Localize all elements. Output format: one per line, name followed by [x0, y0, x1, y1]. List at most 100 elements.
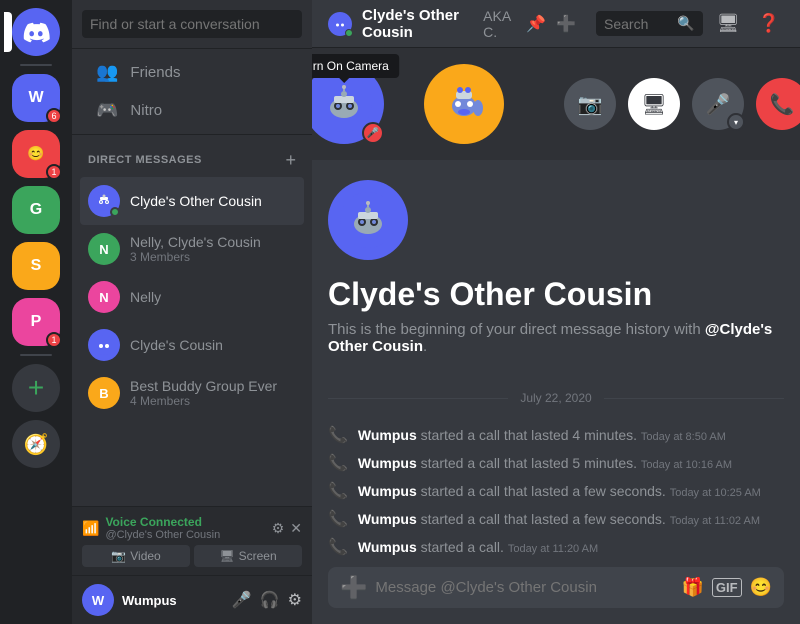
server-icon-3[interactable]: G	[12, 186, 60, 234]
server-sidebar: W 6 😊 1 G S P 1 + 🧭	[0, 0, 72, 624]
voice-status-row: 📶 Voice Connected @Clyde's Other Cousin …	[82, 515, 302, 541]
call-area: Turn On Camera	[312, 48, 800, 160]
end-call-button[interactable]: 📞	[756, 78, 800, 130]
video-icon: 📷	[111, 549, 126, 563]
gif-icon[interactable]: GIF	[712, 578, 742, 597]
mic-dropdown-chevron[interactable]: ▾	[727, 113, 745, 131]
dm-section-label: DIRECT MESSAGES	[88, 154, 202, 166]
call-msg-text-5: Wumpus started a call. Today at 11:20 AM	[358, 539, 598, 555]
dm-item-5[interactable]: B Best Buddy Group Ever 4 Members	[80, 369, 304, 417]
message-icons: 🎁 GIF 😊	[681, 577, 772, 598]
notification-badge-5: 1	[46, 332, 62, 348]
voice-disconnect-icon[interactable]: ✕	[290, 520, 302, 537]
voice-status-info: Voice Connected @Clyde's Other Cousin	[105, 515, 220, 541]
server-icon-1[interactable]: W 6	[12, 74, 60, 122]
mic-control-button[interactable]: 🎤 ▾	[692, 78, 744, 130]
help-icon[interactable]: ❓	[754, 9, 784, 38]
call-message-4: 📞 Wumpus started a call that lasted a fe…	[328, 505, 784, 533]
dm-item-name-4: Clyde's Cousin	[130, 337, 223, 353]
add-server-button[interactable]: +	[12, 364, 60, 412]
add-dm-button[interactable]: +	[285, 151, 296, 169]
server-icon-4[interactable]: S	[12, 242, 60, 290]
video-button[interactable]: 📷 Video	[82, 545, 190, 567]
dm-item-name-2: Nelly, Clyde's Cousin	[130, 234, 261, 250]
server-icon-2[interactable]: 😊 1	[12, 130, 60, 178]
channel-intro: Clyde's Other Cousin This is the beginni…	[328, 180, 784, 375]
dm-item-info-2: Nelly, Clyde's Cousin 3 Members	[130, 234, 261, 264]
add-member-icon[interactable]: ➕	[556, 14, 576, 34]
call-icon-2: 📞	[328, 453, 348, 473]
headphones-icon[interactable]: 🎧	[260, 590, 280, 610]
dm-avatar-1	[88, 185, 120, 217]
explore-button[interactable]: 🧭	[12, 420, 60, 468]
message-input-box: ➕ 🎁 GIF 😊	[328, 567, 784, 608]
dm-sidebar: 👥 Friends 🎮 Nitro DIRECT MESSAGES +	[72, 0, 312, 624]
messages-area: Clyde's Other Cousin This is the beginni…	[312, 160, 800, 567]
nav-section: 👥 Friends 🎮 Nitro	[72, 49, 312, 135]
video-label: Video	[130, 549, 160, 563]
screen-button[interactable]: 🖥 Screen	[194, 545, 302, 567]
server-1-label: W	[28, 89, 43, 107]
call-icon-3: 📞	[328, 481, 348, 501]
inbox-icon[interactable]: 🖥	[713, 9, 744, 38]
nitro-icon: 🎮	[96, 100, 118, 121]
notification-badge-1: 6	[46, 108, 62, 124]
add-attachment-button[interactable]: ➕	[340, 575, 367, 601]
camera-control-button[interactable]: 📷	[564, 78, 616, 130]
call-message-1: 📞 Wumpus started a call that lasted 4 mi…	[328, 421, 784, 449]
desc-suffix: .	[423, 338, 427, 355]
call-participant-1: Turn On Camera	[312, 64, 384, 144]
date-label: July 22, 2020	[508, 391, 603, 405]
dm-item-4[interactable]: Clyde's Cousin	[80, 321, 304, 369]
gift-icon[interactable]: 🎁	[681, 577, 703, 598]
nitro-nav-item[interactable]: 🎮 Nitro	[80, 92, 304, 129]
call-msg-text-1: Wumpus started a call that lasted 4 minu…	[358, 427, 726, 443]
user-avatar: W	[82, 584, 114, 616]
call-icon-5: 📞	[328, 537, 348, 557]
call-msg-text-4: Wumpus started a call that lasted a few …	[358, 511, 760, 527]
dm-item-info-5: Best Buddy Group Ever 4 Members	[130, 378, 277, 408]
message-input-area: ➕ 🎁 GIF 😊	[312, 567, 800, 624]
participant-avatar-2	[424, 64, 504, 144]
server-divider	[20, 64, 52, 66]
discord-home-button[interactable]	[12, 8, 60, 56]
dm-item-1[interactable]: Clyde's Other Cousin	[80, 177, 304, 225]
settings-icon[interactable]: ⚙	[288, 590, 302, 610]
dm-avatar-2: N	[88, 233, 120, 265]
online-dot-topbar	[345, 29, 353, 37]
server-icon-5[interactable]: P 1	[12, 298, 60, 346]
search-input[interactable]	[604, 16, 671, 32]
top-bar-name: Clyde's Other Cousin	[362, 7, 473, 41]
friends-label: Friends	[130, 64, 180, 81]
search-bar: 🔍	[596, 11, 703, 36]
message-input[interactable]	[375, 567, 673, 608]
friends-nav-item[interactable]: 👥 Friends	[80, 54, 304, 91]
emoji-icon[interactable]: 😊	[750, 577, 772, 598]
dm-item-2[interactable]: N Nelly, Clyde's Cousin 3 Members	[80, 225, 304, 273]
notification-badge-2: 1	[46, 164, 62, 180]
desc-prefix: This is the beginning of your direct mes…	[328, 321, 705, 338]
dm-item-3[interactable]: N Nelly	[80, 273, 304, 321]
friends-icon: 👥	[96, 62, 118, 83]
top-bar-avatar	[328, 12, 352, 36]
mic-icon[interactable]: 🎤	[232, 590, 252, 610]
search-icon: 🔍	[677, 15, 694, 32]
intro-avatar	[328, 180, 408, 260]
server-2-label: 😊	[27, 146, 44, 161]
dm-item-sub-2: 3 Members	[130, 250, 261, 264]
participant-avatar-1: 🎤	[312, 64, 384, 144]
active-indicator	[4, 12, 12, 52]
call-message-2: 📞 Wumpus started a call that lasted 5 mi…	[328, 449, 784, 477]
dm-item-name-3: Nelly	[130, 289, 161, 305]
server-4-label: S	[31, 257, 42, 275]
signal-icon: 📶	[82, 520, 99, 537]
screen-share-control-button[interactable]: 🖥	[628, 78, 680, 130]
call-message-5: 📞 Wumpus started a call. Today at 11:20 …	[328, 533, 784, 561]
main-content: Clyde's Other Cousin AKA C. 📌 ➕ 🔍 🖥 ❓ Tu…	[312, 0, 800, 624]
intro-robot-icon	[340, 192, 396, 248]
voice-action-buttons: 📷 Video 🖥 Screen	[82, 545, 302, 567]
voice-settings-icon[interactable]: ⚙	[272, 520, 285, 537]
dm-search-input[interactable]	[82, 10, 302, 38]
call-controls: 📷 🖥 🎤 ▾ 📞	[564, 78, 800, 130]
dm-item-name-5: Best Buddy Group Ever	[130, 378, 277, 394]
